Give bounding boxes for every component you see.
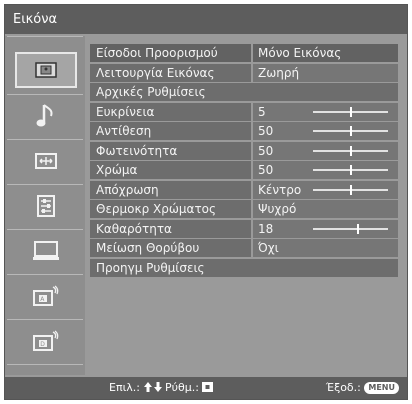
menu-row[interactable]: Καθαρότητα 18	[90, 219, 398, 238]
menu-row[interactable]: Είσοδοι Προορισμού Μόνο Εικόνας	[90, 44, 398, 62]
menu-row-value-cell: 5	[253, 102, 398, 121]
menu-button-icon: MENU	[364, 382, 399, 394]
menu-row-value: Όχι	[258, 241, 279, 255]
menu-row-label: Μείωση Θορύβου	[90, 239, 251, 257]
menu-row-label: Λειτουργία Εικόνας	[90, 63, 251, 82]
menu-row-value-cell: 50	[253, 141, 398, 160]
level-slider[interactable]	[313, 223, 388, 234]
menu-row-value: 50	[258, 143, 274, 158]
help-select-set: Επιλ.: Ρύθμ.:	[109, 377, 214, 399]
sidebar-item-screen[interactable]	[15, 143, 77, 179]
sidebar-item-sound[interactable]	[15, 98, 77, 134]
menu-row[interactable]: Αντίθεση 50	[90, 122, 398, 140]
menu-row[interactable]: Προηγμ Ρυθμίσεις	[90, 258, 398, 277]
sidebar-item-monitor[interactable]	[15, 233, 77, 269]
menu-row-label: Χρώμα	[90, 161, 251, 179]
sidebar-item-digital[interactable]: D	[15, 323, 77, 359]
menu-row-label: Ευκρίνεια	[90, 102, 251, 121]
slider-thumb[interactable]	[350, 184, 352, 195]
menu-row-value: 18	[258, 221, 274, 236]
slider-thumb[interactable]	[357, 223, 359, 234]
up-down-arrows-icon	[143, 381, 166, 394]
enter-button-icon	[202, 381, 214, 394]
tv-menu-screen: Εικόνα A D Είσοδοι Προορισμού Μόνο Εικόν…	[4, 4, 408, 400]
svg-text:D: D	[40, 341, 45, 348]
menu-row-value-cell: 50	[253, 161, 398, 179]
menu-row[interactable]: Απόχρωση Κέντρο	[90, 180, 398, 199]
menu-row[interactable]: Μείωση Θορύβου Όχι	[90, 239, 398, 257]
settings-menu: Είσοδοι Προορισμού Μόνο Εικόνας Λειτουργία…	[90, 44, 398, 306]
sidebar-item-analog[interactable]: A	[15, 278, 77, 314]
menu-row-value: 50	[258, 163, 274, 177]
menu-row-label: Είσοδοι Προορισμού	[90, 44, 251, 62]
sidebar-item-setup[interactable]	[15, 188, 77, 224]
menu-row-value-cell: Ψυχρό	[253, 200, 398, 218]
picture-icon	[35, 62, 57, 78]
menu-row-label: Θερμοκρ Χρώματος	[90, 200, 251, 218]
help-exit: Έξοδ.: MENU	[326, 377, 399, 399]
menu-row-label: Αρχικές Ρυθμίσεις	[90, 83, 398, 101]
menu-row-value: 50	[258, 124, 274, 138]
sidebar-item-picture[interactable]	[15, 52, 77, 88]
analog-tuning-icon: A	[33, 285, 59, 306]
menu-row-value: Ζωηρή	[258, 65, 300, 80]
menu-row-label: Καθαρότητα	[90, 219, 251, 238]
slider-thumb[interactable]	[350, 106, 352, 117]
menu-row-value: Ψυχρό	[258, 202, 297, 216]
menu-row-value-cell: 50	[253, 122, 398, 140]
menu-row[interactable]: Φωτεινότητα 50	[90, 141, 398, 160]
level-slider[interactable]	[313, 145, 388, 156]
setup-list-icon	[37, 195, 55, 217]
menu-row-value-cell: Όχι	[253, 239, 398, 257]
menu-row-value-cell: Κέντρο	[253, 180, 398, 199]
menu-row-value: Κέντρο	[258, 182, 302, 197]
menu-row-value-cell: 18	[253, 219, 398, 238]
screen-adjust-icon	[35, 153, 57, 169]
monitor-icon	[33, 241, 59, 260]
menu-row[interactable]: Λειτουργία Εικόνας Ζωηρή	[90, 63, 398, 82]
level-slider[interactable]	[313, 184, 388, 195]
level-slider[interactable]	[313, 126, 388, 136]
slider-thumb[interactable]	[350, 145, 352, 156]
menu-row-value-cell: Ζωηρή	[253, 63, 398, 82]
menu-row-value: 5	[258, 104, 266, 119]
level-slider[interactable]	[313, 106, 388, 117]
menu-row-label: Απόχρωση	[90, 180, 251, 199]
digital-tuning-icon: D	[33, 330, 59, 351]
menu-row-label: Φωτεινότητα	[90, 141, 251, 160]
menu-title: Εικόνα	[5, 5, 407, 34]
menu-row-label: Προηγμ Ρυθμίσεις	[90, 258, 398, 277]
menu-row-value-cell: Μόνο Εικόνας	[253, 44, 398, 62]
sidebar: A D	[5, 36, 85, 375]
menu-row[interactable]: Αρχικές Ρυθμίσεις	[90, 83, 398, 101]
menu-row[interactable]: Ευκρίνεια 5	[90, 102, 398, 121]
menu-row-value: Μόνο Εικόνας	[258, 46, 342, 60]
menu-row-label: Αντίθεση	[90, 122, 251, 140]
slider-thumb[interactable]	[350, 126, 352, 136]
music-note-icon	[36, 104, 53, 127]
level-slider[interactable]	[313, 165, 388, 175]
menu-row[interactable]: Χρώμα 50	[90, 161, 398, 179]
help-bar: Επιλ.: Ρύθμ.: Έξοδ.: MENU	[5, 377, 407, 399]
slider-thumb[interactable]	[350, 165, 352, 175]
menu-row[interactable]: Θερμοκρ Χρώματος Ψυχρό	[90, 200, 398, 218]
